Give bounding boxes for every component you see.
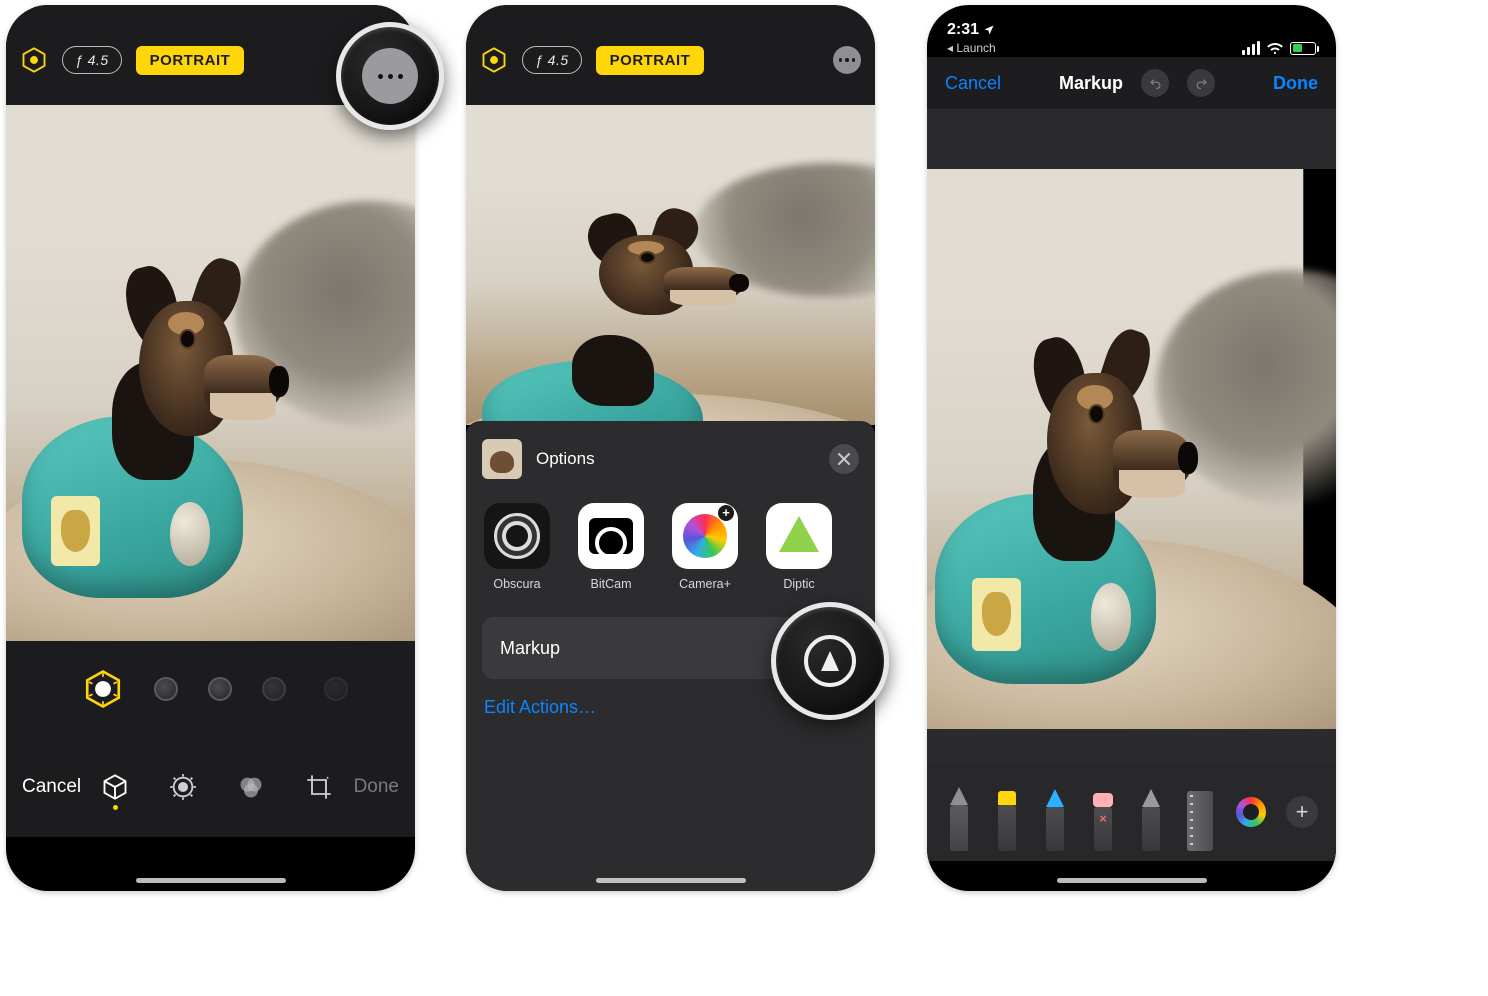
lighting-options-strip	[6, 641, 415, 737]
edit-bottom-bar: Cancel Done	[6, 737, 415, 837]
screen-options-sheet: ƒ 4.5 PORTRAIT Options Obscura BitCam Ca…	[466, 5, 875, 891]
app-pix[interactable]: Pix	[858, 503, 859, 591]
wifi-icon	[1266, 41, 1284, 55]
canvas-bottom-gap	[927, 729, 1336, 763]
lighting-option-selected[interactable]	[82, 668, 124, 710]
app-bitcam[interactable]: BitCam	[576, 503, 646, 591]
battery-icon	[1290, 42, 1316, 55]
callout-markup-icon	[771, 602, 889, 720]
portrait-lighting-icon[interactable]	[480, 46, 508, 74]
canvas-top-gap	[927, 109, 1336, 169]
home-indicator[interactable]	[136, 878, 286, 883]
more-button[interactable]	[833, 46, 861, 74]
status-bar: 2:31 ◂ Launch	[927, 5, 1336, 57]
markup-action-label: Markup	[500, 638, 560, 659]
undo-button[interactable]	[1141, 69, 1169, 97]
lighting-option-4[interactable]	[262, 677, 286, 701]
aperture-pill[interactable]: ƒ 4.5	[62, 46, 122, 74]
color-picker-button[interactable]	[1236, 797, 1266, 827]
tool-ruler[interactable]	[1185, 773, 1215, 851]
crop-tab-icon[interactable]	[305, 773, 333, 801]
close-sheet-button[interactable]	[829, 444, 859, 474]
markup-title: Markup	[1059, 73, 1123, 94]
lighting-option-2[interactable]	[154, 677, 178, 701]
markup-canvas[interactable]	[927, 169, 1336, 729]
cancel-button[interactable]: Cancel	[22, 776, 81, 798]
photo-preview	[6, 105, 415, 641]
portrait-badge[interactable]: PORTRAIT	[596, 46, 705, 75]
aperture-pill[interactable]: ƒ 4.5	[522, 46, 582, 74]
app-obscura[interactable]: Obscura	[482, 503, 552, 591]
tool-eraser[interactable]	[1089, 773, 1117, 851]
tool-marker[interactable]	[993, 773, 1021, 851]
cellular-icon	[1242, 41, 1260, 55]
back-to-app[interactable]: ◂ Launch	[947, 41, 996, 55]
status-time: 2:31	[947, 21, 996, 39]
done-button[interactable]: Done	[1273, 73, 1318, 94]
tool-pen[interactable]	[945, 773, 973, 851]
add-shape-button[interactable]: +	[1286, 796, 1318, 828]
screen-markup: 2:31 ◂ Launch Cancel Markup Done	[927, 5, 1336, 891]
cancel-button[interactable]: Cancel	[945, 73, 1001, 94]
app-diptic[interactable]: Diptic	[764, 503, 834, 591]
portrait-lighting-icon[interactable]	[20, 46, 48, 74]
markup-tool-tray: +	[927, 763, 1336, 861]
lighting-option-3[interactable]	[208, 677, 232, 701]
callout-more-button	[336, 22, 444, 130]
extension-apps-row[interactable]: Obscura BitCam Camera+ Diptic Pix	[482, 503, 859, 591]
home-indicator[interactable]	[1057, 878, 1207, 883]
sheet-thumbnail	[482, 439, 522, 479]
sheet-title: Options	[536, 449, 595, 469]
portrait-badge[interactable]: PORTRAIT	[136, 46, 245, 75]
markup-icon	[804, 635, 856, 687]
filters-tab-icon[interactable]	[237, 773, 265, 801]
adjust-tab-icon[interactable]	[169, 773, 197, 801]
lighting-tab-icon[interactable]	[101, 773, 129, 801]
done-button[interactable]: Done	[354, 776, 399, 798]
location-icon	[983, 24, 995, 36]
redo-button[interactable]	[1187, 69, 1215, 97]
tool-lasso[interactable]	[1137, 773, 1165, 851]
edit-top-bar: ƒ 4.5 PORTRAIT	[466, 5, 875, 105]
photo-preview	[466, 105, 875, 425]
more-icon	[362, 48, 418, 104]
app-cameraplus[interactable]: Camera+	[670, 503, 740, 591]
home-indicator[interactable]	[596, 878, 746, 883]
screen-edit-photo: ƒ 4.5 PORTRAIT Cancel	[6, 5, 415, 891]
lighting-option-5[interactable]	[324, 677, 348, 701]
markup-nav-bar: Cancel Markup Done	[927, 57, 1336, 109]
tool-pencil[interactable]	[1041, 773, 1069, 851]
